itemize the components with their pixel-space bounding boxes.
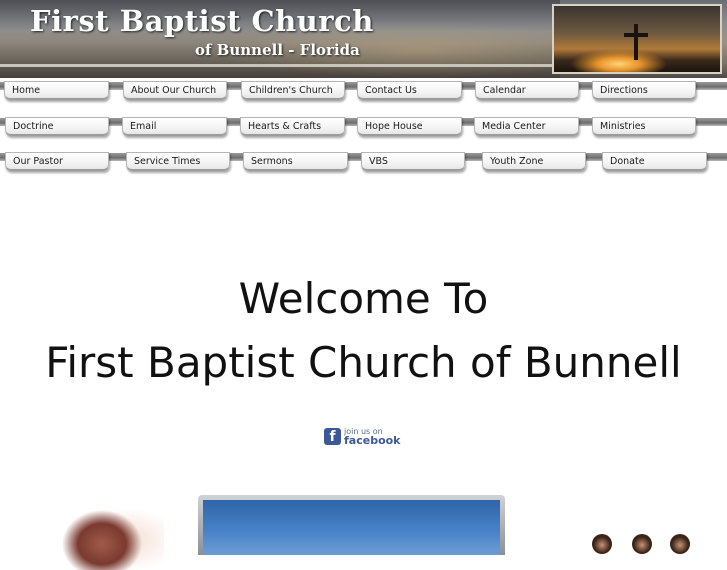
banner-divider <box>0 64 560 67</box>
nav-vbs[interactable]: VBS <box>361 152 465 171</box>
nav-sermons[interactable]: Sermons <box>243 152 348 171</box>
people-photo <box>586 534 727 554</box>
welcome-heading: Welcome To <box>238 274 489 323</box>
nav-calendar[interactable]: Calendar <box>475 81 579 100</box>
nav-youth-zone[interactable]: Youth Zone <box>482 152 586 171</box>
nav-row-1: Home About Our Church Children's Church … <box>0 78 727 108</box>
nav-home[interactable]: Home <box>4 81 109 100</box>
nav-doctrine[interactable]: Doctrine <box>5 117 109 136</box>
nav-row-2: Doctrine Email Hearts & Crafts Hope Hous… <box>0 114 727 144</box>
nav-our-pastor[interactable]: Our Pastor <box>5 152 109 171</box>
nav-childrens-church[interactable]: Children's Church <box>241 81 345 100</box>
nav-media-center[interactable]: Media Center <box>474 117 579 136</box>
facebook-wordmark: facebook <box>344 434 401 447</box>
cross-sunset-image <box>552 4 722 74</box>
woman-photo <box>34 510 164 570</box>
welcome-church-name: First Baptist Church of Bunnell <box>45 338 682 387</box>
nav-email[interactable]: Email <box>122 117 227 136</box>
nav-row-3: Our Pastor Service Times Sermons VBS You… <box>0 149 727 179</box>
nav-hearts-crafts[interactable]: Hearts & Crafts <box>240 117 345 136</box>
nav-hope-house[interactable]: Hope House <box>357 117 462 136</box>
nav-donate[interactable]: Donate <box>602 152 707 171</box>
video-monitor-image <box>198 495 505 555</box>
facebook-link[interactable]: f join us on facebook <box>324 427 401 447</box>
facebook-icon: f <box>324 428 341 445</box>
site-subtitle: of Bunnell - Florida <box>195 41 360 59</box>
header-banner: First Baptist Church of Bunnell - Florid… <box>0 0 727 78</box>
cross-icon <box>634 24 638 60</box>
nav-ministries[interactable]: Ministries <box>592 117 696 136</box>
monitor-screen <box>203 500 500 555</box>
nav-directions[interactable]: Directions <box>592 81 696 100</box>
site-title: First Baptist Church <box>30 4 374 38</box>
nav-about-our-church[interactable]: About Our Church <box>123 81 227 100</box>
nav-service-times[interactable]: Service Times <box>126 152 230 171</box>
nav-contact-us[interactable]: Contact Us <box>357 81 462 100</box>
